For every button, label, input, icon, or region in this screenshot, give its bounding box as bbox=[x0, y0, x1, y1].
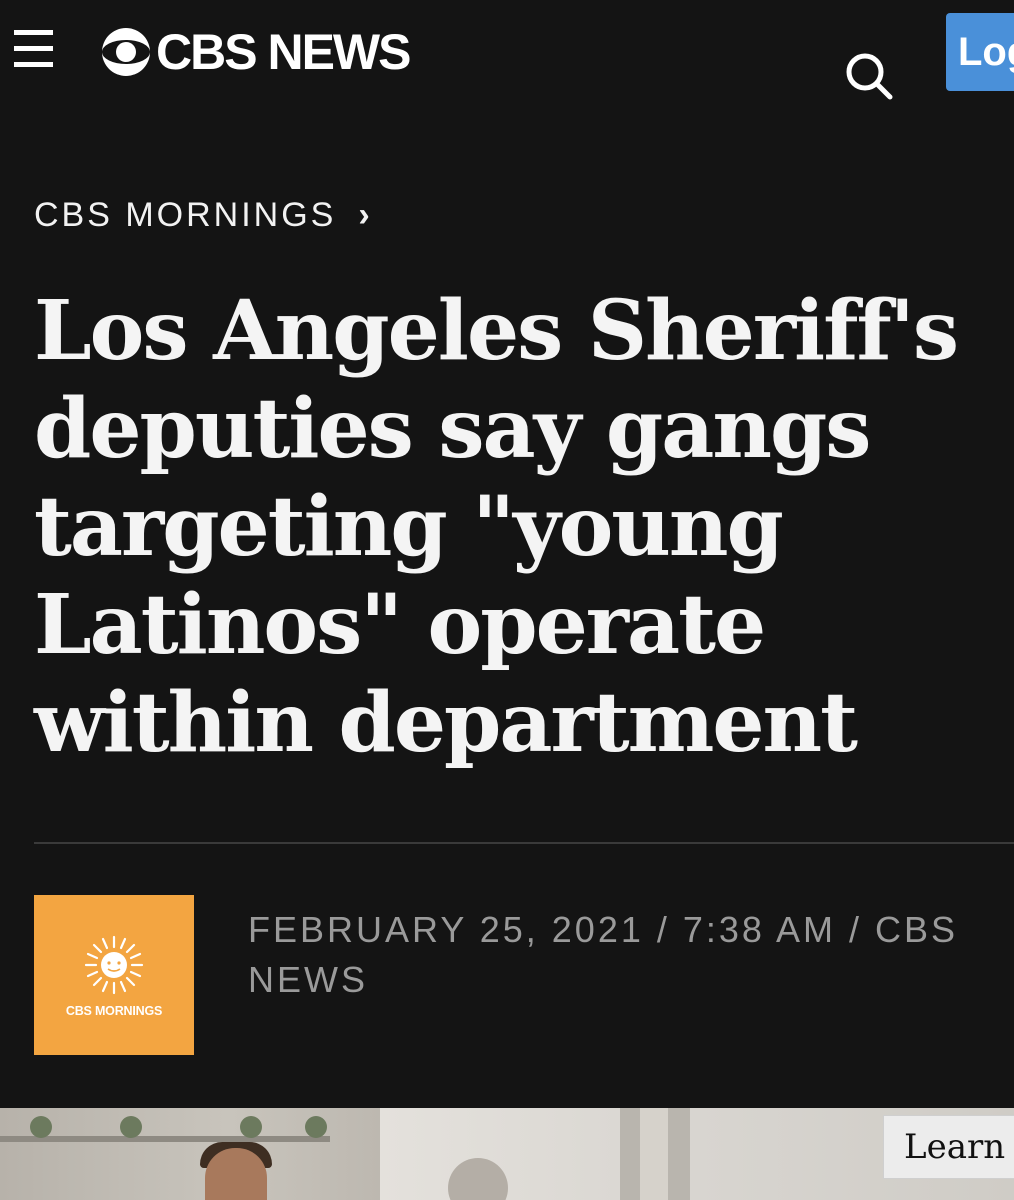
menu-bar bbox=[14, 46, 53, 51]
video-frame-plant bbox=[305, 1116, 327, 1138]
byline-date: FEBRUARY 25, 2021 / 7:38 AM / CBS bbox=[248, 909, 958, 950]
video-frame-doorway-inner bbox=[640, 1108, 668, 1200]
video-player[interactable] bbox=[0, 1108, 1014, 1200]
cbs-mornings-logo[interactable]: CBS MORNINGS bbox=[34, 895, 194, 1055]
divider bbox=[34, 842, 1014, 844]
cbs-news-logo[interactable]: CBS NEWS bbox=[100, 24, 411, 80]
video-frame-person bbox=[205, 1148, 267, 1200]
breadcrumb-label: CBS MORNINGS bbox=[34, 196, 337, 234]
breadcrumb[interactable]: CBS MORNINGS › bbox=[34, 196, 373, 235]
chevron-right-icon: › bbox=[358, 196, 373, 234]
article-headline: Los Angeles Sheriff's deputies say gangs… bbox=[34, 283, 959, 771]
menu-bar bbox=[14, 30, 53, 35]
cbs-eye-icon bbox=[102, 28, 150, 76]
video-frame-plant bbox=[240, 1116, 262, 1138]
video-frame-plant bbox=[120, 1116, 142, 1138]
sun-icon bbox=[84, 935, 144, 995]
search-icon[interactable] bbox=[843, 50, 895, 102]
menu-bar bbox=[14, 62, 53, 67]
logo-wordmark: CBS NEWS bbox=[156, 24, 411, 80]
video-frame-shelf bbox=[0, 1136, 330, 1142]
login-button[interactable]: Log bbox=[946, 13, 1014, 91]
article-byline: FEBRUARY 25, 2021 / 7:38 AM / CBS NEWS bbox=[248, 905, 1014, 1005]
learn-more-button[interactable]: Learn M bbox=[883, 1115, 1014, 1179]
hamburger-menu-icon[interactable] bbox=[14, 30, 54, 70]
site-header: CBS NEWS Log bbox=[0, 0, 1014, 140]
video-frame-plant bbox=[30, 1116, 52, 1138]
byline-source: NEWS bbox=[248, 959, 368, 1000]
show-logo-label: CBS MORNINGS bbox=[65, 1004, 163, 1018]
